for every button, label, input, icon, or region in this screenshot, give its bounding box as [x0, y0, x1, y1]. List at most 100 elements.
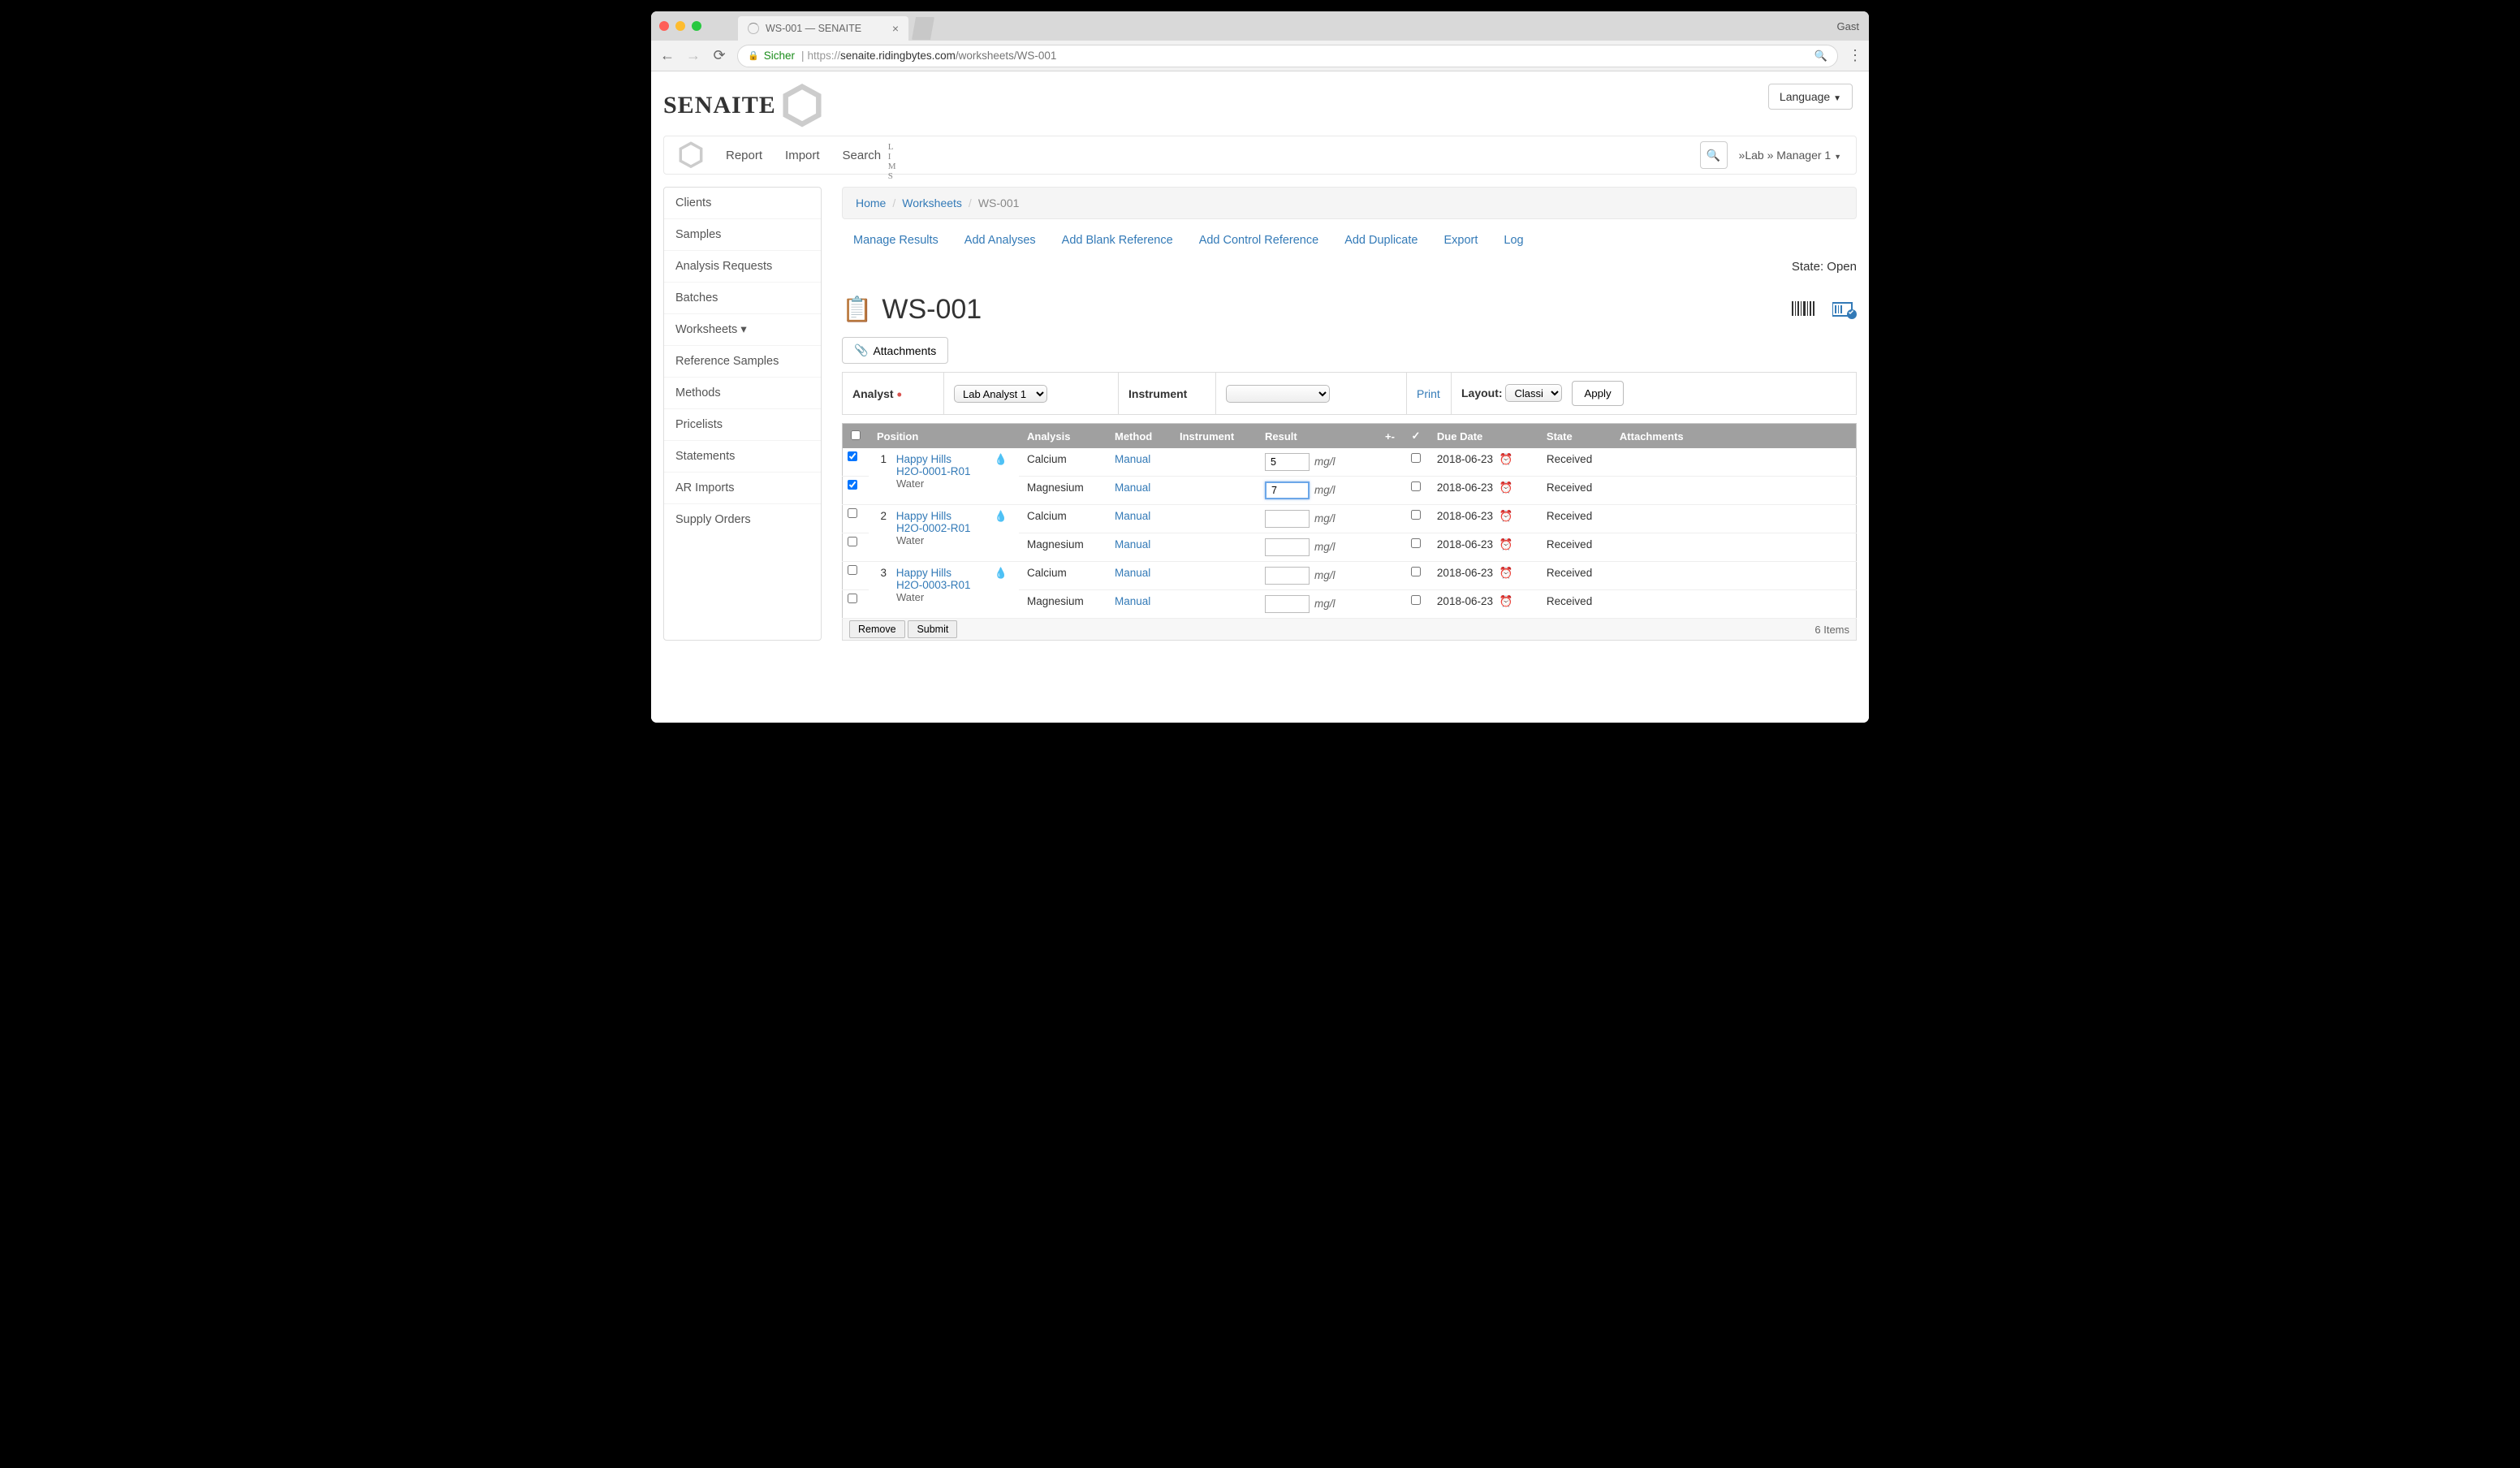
- language-button[interactable]: Language ▼: [1768, 84, 1853, 110]
- nav-report[interactable]: Report: [726, 149, 762, 162]
- sample-link[interactable]: H2O-0002-R01: [896, 522, 971, 534]
- user-profile-label[interactable]: Gast: [1837, 20, 1859, 32]
- row-checkbox[interactable]: [848, 480, 857, 490]
- row-checkbox[interactable]: [848, 537, 857, 546]
- verified-checkbox[interactable]: [1411, 481, 1421, 491]
- layout-select[interactable]: Classic: [1505, 384, 1562, 402]
- sidebar-item-methods[interactable]: Methods: [664, 378, 821, 409]
- sidebar-item-supply-orders[interactable]: Supply Orders: [664, 504, 821, 535]
- barcode-icon[interactable]: [1792, 301, 1816, 319]
- sidebar-item-samples[interactable]: Samples: [664, 219, 821, 251]
- sample-link[interactable]: H2O-0003-R01: [896, 579, 971, 591]
- sidebar-item-worksheets[interactable]: Worksheets ▾: [664, 314, 821, 346]
- verified-checkbox[interactable]: [1411, 595, 1421, 605]
- browser-tabbar: WS-001 — SENAITE × Gast: [651, 11, 1869, 41]
- method-link[interactable]: Manual: [1115, 567, 1150, 579]
- address-bar[interactable]: 🔒 Sicher | https://senaite.ridingbytes.c…: [737, 45, 1838, 67]
- result-input[interactable]: [1265, 538, 1310, 556]
- instrument-cell: [1172, 562, 1257, 590]
- unit-label: mg/l: [1314, 541, 1336, 553]
- tab-log[interactable]: Log: [1504, 234, 1523, 247]
- sidebar-item-statements[interactable]: Statements: [664, 441, 821, 473]
- main-navigation: Report Import Search 🔍 »Lab » Manager 1 …: [663, 136, 1857, 175]
- search-icon: 🔍: [1707, 149, 1720, 162]
- submit-button[interactable]: Submit: [908, 620, 957, 638]
- row-checkbox[interactable]: [848, 451, 857, 461]
- nav-hexagon-icon[interactable]: [679, 141, 703, 169]
- result-input[interactable]: [1265, 510, 1310, 528]
- nav-search[interactable]: Search: [843, 149, 882, 162]
- tab-export[interactable]: Export: [1443, 234, 1478, 247]
- method-link[interactable]: Manual: [1115, 453, 1150, 465]
- verified-checkbox[interactable]: [1411, 538, 1421, 548]
- table-row: 2 Happy Hills 💧H2O-0002-R01WaterCalciumM…: [843, 505, 1857, 533]
- loading-spinner-icon: [748, 23, 759, 34]
- browser-menu-icon[interactable]: ⋮: [1848, 47, 1861, 64]
- client-link[interactable]: Happy Hills: [896, 510, 951, 522]
- print-link[interactable]: Print: [1417, 387, 1440, 400]
- search-button[interactable]: 🔍: [1700, 141, 1728, 169]
- instrument-select[interactable]: [1226, 385, 1330, 403]
- breadcrumb-home[interactable]: Home: [856, 196, 886, 209]
- sidebar-item-clients[interactable]: Clients: [664, 188, 821, 219]
- client-link[interactable]: Happy Hills: [896, 567, 951, 579]
- remove-button[interactable]: Remove: [849, 620, 905, 638]
- method-link[interactable]: Manual: [1115, 538, 1150, 550]
- verified-checkbox[interactable]: [1411, 510, 1421, 520]
- select-all-checkbox[interactable]: [851, 430, 861, 440]
- close-window-button[interactable]: [659, 21, 669, 31]
- row-checkbox[interactable]: [848, 508, 857, 518]
- search-in-page-icon[interactable]: 🔍: [1814, 50, 1827, 63]
- sidebar-item-batches[interactable]: Batches: [664, 283, 821, 314]
- instrument-cell: [1172, 477, 1257, 505]
- hexagon-icon: [783, 84, 822, 127]
- instrument-cell: [1172, 448, 1257, 477]
- result-input[interactable]: [1265, 481, 1310, 499]
- close-tab-icon[interactable]: ×: [892, 22, 899, 35]
- attachments-button[interactable]: 📎Attachments: [842, 337, 948, 364]
- url-protocol: https://: [807, 50, 840, 62]
- due-date: 2018-06-23: [1437, 567, 1493, 579]
- new-tab-button[interactable]: [912, 17, 934, 40]
- sidebar-item-analysis-requests[interactable]: Analysis Requests: [664, 251, 821, 283]
- chevron-down-icon: ▼: [1834, 153, 1841, 161]
- tab-manage-results[interactable]: Manage Results: [853, 234, 939, 247]
- tab-add-blank-reference[interactable]: Add Blank Reference: [1062, 234, 1173, 247]
- row-checkbox[interactable]: [848, 565, 857, 575]
- sidebar-item-reference-samples[interactable]: Reference Samples: [664, 346, 821, 378]
- sample-link[interactable]: H2O-0001-R01: [896, 465, 971, 477]
- tab-add-control-reference[interactable]: Add Control Reference: [1199, 234, 1319, 247]
- method-link[interactable]: Manual: [1115, 595, 1150, 607]
- config-row: Analyst• Lab Analyst 1 Instrument Print …: [842, 372, 1857, 415]
- site-logo[interactable]: SENAITE L I M S: [663, 84, 822, 127]
- method-link[interactable]: Manual: [1115, 510, 1150, 522]
- apply-button[interactable]: Apply: [1572, 381, 1623, 406]
- state-cell: Received: [1538, 533, 1612, 562]
- user-path[interactable]: »Lab » Manager 1 ▼: [1739, 149, 1841, 162]
- minimize-window-button[interactable]: [675, 21, 685, 31]
- method-link[interactable]: Manual: [1115, 481, 1150, 494]
- back-button[interactable]: ←: [659, 47, 675, 64]
- tab-add-analyses[interactable]: Add Analyses: [964, 234, 1036, 247]
- result-input[interactable]: [1265, 453, 1310, 471]
- clock-icon: ⏰: [1499, 595, 1513, 607]
- analysis-cell: Magnesium: [1019, 533, 1107, 562]
- tab-add-duplicate[interactable]: Add Duplicate: [1344, 234, 1418, 247]
- row-checkbox[interactable]: [848, 594, 857, 603]
- result-input[interactable]: [1265, 567, 1310, 585]
- client-link[interactable]: Happy Hills: [896, 453, 951, 465]
- nav-import[interactable]: Import: [785, 149, 820, 162]
- breadcrumb-worksheets[interactable]: Worksheets: [902, 196, 962, 209]
- sticker-icon[interactable]: [1832, 301, 1857, 319]
- maximize-window-button[interactable]: [692, 21, 701, 31]
- verified-checkbox[interactable]: [1411, 453, 1421, 463]
- reload-button[interactable]: ⟳: [711, 47, 727, 64]
- browser-tab[interactable]: WS-001 — SENAITE ×: [738, 16, 908, 41]
- analysis-cell: Calcium: [1019, 448, 1107, 477]
- sidebar-item-pricelists[interactable]: Pricelists: [664, 409, 821, 441]
- analyst-label: Analyst: [852, 387, 894, 400]
- verified-checkbox[interactable]: [1411, 567, 1421, 576]
- analyst-select[interactable]: Lab Analyst 1: [954, 385, 1047, 403]
- result-input[interactable]: [1265, 595, 1310, 613]
- sidebar-item-ar-imports[interactable]: AR Imports: [664, 473, 821, 504]
